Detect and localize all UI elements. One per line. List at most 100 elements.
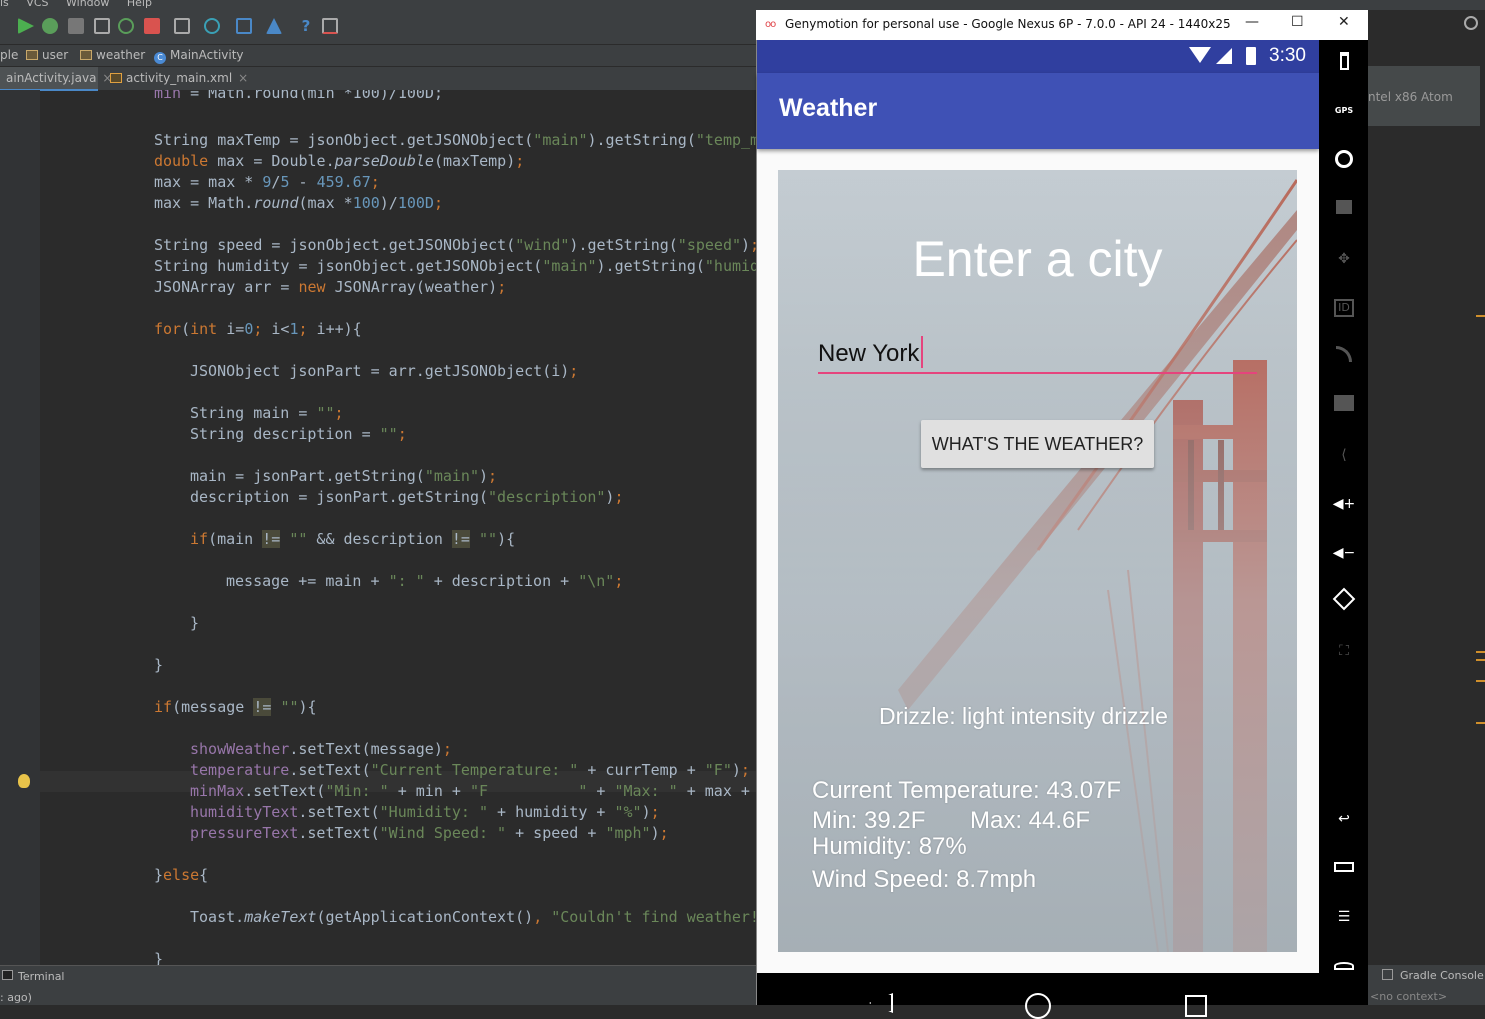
breadcrumb-item-user[interactable]: user — [26, 48, 68, 62]
genymotion-device-icon[interactable] — [322, 18, 338, 34]
android-device-icon[interactable] — [266, 18, 282, 34]
breadcrumb-label: user — [42, 48, 69, 62]
code-line[interactable]: JSONArray arr = new JSONArray(weather); — [154, 277, 506, 298]
message-widget[interactable] — [1332, 395, 1356, 417]
code-line[interactable]: JSONObject jsonPart = arr.getJSONObject(… — [190, 361, 578, 382]
code-line[interactable]: if(main != "" && description != ""){ — [190, 529, 515, 550]
code-line[interactable]: max = max * 9/5 - 459.67; — [154, 172, 380, 193]
recents-icon[interactable] — [1185, 995, 1207, 1017]
scale-button[interactable]: ⛶ — [1332, 640, 1356, 662]
recents-button[interactable] — [1332, 857, 1356, 879]
debug-icon[interactable] — [42, 18, 58, 34]
folder-icon — [26, 50, 38, 60]
id-widget[interactable]: ID — [1332, 297, 1356, 319]
breadcrumb-item[interactable]: ple — [0, 48, 18, 62]
error-stripe-mark[interactable] — [1476, 659, 1485, 661]
back-button[interactable]: ↩ — [1332, 808, 1356, 830]
code-line[interactable]: } — [154, 655, 163, 676]
capture-widget[interactable] — [1332, 199, 1356, 221]
ide-toolbar: ? — [0, 10, 760, 44]
code-line[interactable]: Toast.makeText(getApplicationContext(), … — [190, 907, 756, 928]
menu-button[interactable]: ☰ — [1332, 906, 1356, 928]
code-line[interactable]: if(message != ""){ — [154, 697, 317, 718]
code-line[interactable]: String maxTemp = jsonObject.getJSONObjec… — [154, 130, 756, 151]
profile-icon[interactable] — [68, 18, 84, 34]
volume-up-icon: ◀+ — [1332, 496, 1356, 512]
minimize-button[interactable]: — — [1245, 14, 1259, 30]
current-temperature: Current Temperature: 43.07F — [812, 777, 1122, 804]
message-icon — [1334, 395, 1354, 411]
code-editor[interactable]: min = Math.round(min *100)/100D; String m… — [40, 90, 756, 965]
menu-item[interactable]: ls — [0, 0, 9, 9]
code-line[interactable]: pressureText.setText("Wind Speed: " + sp… — [190, 823, 669, 844]
code-line[interactable]: temperature.setText("Current Temperature… — [190, 760, 750, 781]
close-icon[interactable]: × — [238, 71, 248, 85]
error-stripe-mark[interactable] — [1476, 651, 1485, 653]
cast-widget[interactable] — [1332, 346, 1356, 368]
code-line[interactable]: double max = Double.parseDouble(maxTemp)… — [154, 151, 524, 172]
code-line[interactable]: } — [154, 949, 163, 965]
menu-item-vcs[interactable]: VCS — [26, 0, 48, 9]
breadcrumb-item-mainactivity[interactable]: C MainActivity — [154, 48, 244, 64]
gps-widget[interactable]: GPS — [1332, 100, 1356, 122]
terminal-tab[interactable]: Terminal — [18, 970, 65, 983]
project-structure-icon[interactable] — [236, 18, 252, 34]
battery-icon — [1246, 47, 1256, 65]
scale-icon: ⛶ — [1339, 643, 1349, 659]
tab-activity-main-xml[interactable]: activity_main.xml × — [104, 67, 254, 91]
error-stripe-mark[interactable] — [1476, 680, 1485, 682]
code-line[interactable]: } — [190, 613, 199, 634]
menu-item-help[interactable]: Help — [127, 0, 152, 9]
city-input[interactable] — [818, 336, 1257, 374]
tab-label: ainActivity.java — [6, 71, 97, 85]
text-cursor — [921, 336, 923, 368]
camera-widget[interactable] — [1332, 150, 1356, 172]
share-widget[interactable]: ⟨ — [1332, 444, 1356, 466]
back-icon: ↩ — [1338, 811, 1350, 827]
code-line[interactable]: String humidity = jsonObject.getJSONObje… — [154, 256, 756, 277]
dpad-widget[interactable]: ✥ — [1332, 248, 1356, 270]
sync-icon[interactable] — [118, 18, 134, 34]
code-line[interactable]: for(int i=0; i<1; i++){ — [154, 319, 362, 340]
volume-up-button[interactable]: ◀+ — [1332, 493, 1356, 515]
code-line[interactable]: String speed = jsonObject.getJSONObject(… — [154, 235, 756, 256]
code-line[interactable]: }else{ — [154, 865, 208, 886]
avd-manager-icon[interactable] — [174, 18, 190, 34]
search-icon[interactable] — [1464, 16, 1478, 30]
code-line[interactable]: max = Math.round(max *100)/100D; — [154, 193, 443, 214]
error-stripe-mark[interactable] — [1476, 315, 1485, 317]
home-icon[interactable] — [1025, 993, 1051, 1019]
gradle-console-panel: Gradle Console <no context> — [1368, 965, 1485, 1005]
close-button[interactable]: ✕ — [1338, 14, 1350, 30]
whats-the-weather-button[interactable]: WHAT'S THE WEATHER? — [921, 420, 1154, 468]
menu-item-window[interactable]: Window — [66, 0, 109, 9]
error-stripe-mark[interactable] — [1476, 722, 1485, 724]
sdk-manager-icon[interactable] — [204, 18, 220, 34]
code-line[interactable]: showWeather.setText(message); — [190, 739, 452, 760]
code-line[interactable]: min = Math.round(min *100)/100D; — [154, 90, 443, 104]
code-line[interactable]: message += main + ": " + description + "… — [226, 571, 623, 592]
code-line[interactable]: main = jsonPart.getString("main"); — [190, 466, 497, 487]
back-icon[interactable] — [869, 993, 893, 1013]
code-line[interactable]: description = jsonPart.getString("descri… — [190, 487, 623, 508]
breadcrumb-item-weather[interactable]: weather — [80, 48, 145, 62]
rotate-button[interactable] — [1332, 587, 1356, 613]
dpad-icon: ✥ — [1338, 251, 1350, 267]
help-icon[interactable]: ? — [298, 18, 314, 34]
home-button[interactable] — [1332, 955, 1356, 977]
tab-mainactivity[interactable]: ainActivity.java × — [0, 67, 112, 91]
battery-widget[interactable] — [1332, 52, 1356, 74]
gradle-console-tab[interactable]: Gradle Console — [1400, 969, 1484, 982]
volume-down-button[interactable]: ◀− — [1332, 542, 1356, 564]
run-icon[interactable] — [18, 18, 34, 34]
code-line[interactable]: humidityText.setText("Humidity: " + humi… — [190, 802, 660, 823]
lightbulb-icon[interactable] — [18, 774, 30, 788]
apply-changes-icon[interactable] — [94, 18, 110, 34]
ide-statusbar: Terminal : ago) — [0, 965, 756, 1005]
code-line[interactable]: String description = ""; — [190, 424, 407, 445]
stop-icon[interactable] — [144, 18, 160, 34]
gps-icon: GPS — [1334, 106, 1354, 115]
code-line[interactable]: minMax.setText("Min: " + min + "F " + "M… — [190, 781, 756, 802]
code-line[interactable]: String main = ""; — [190, 403, 344, 424]
maximize-button[interactable]: ☐ — [1291, 14, 1304, 30]
